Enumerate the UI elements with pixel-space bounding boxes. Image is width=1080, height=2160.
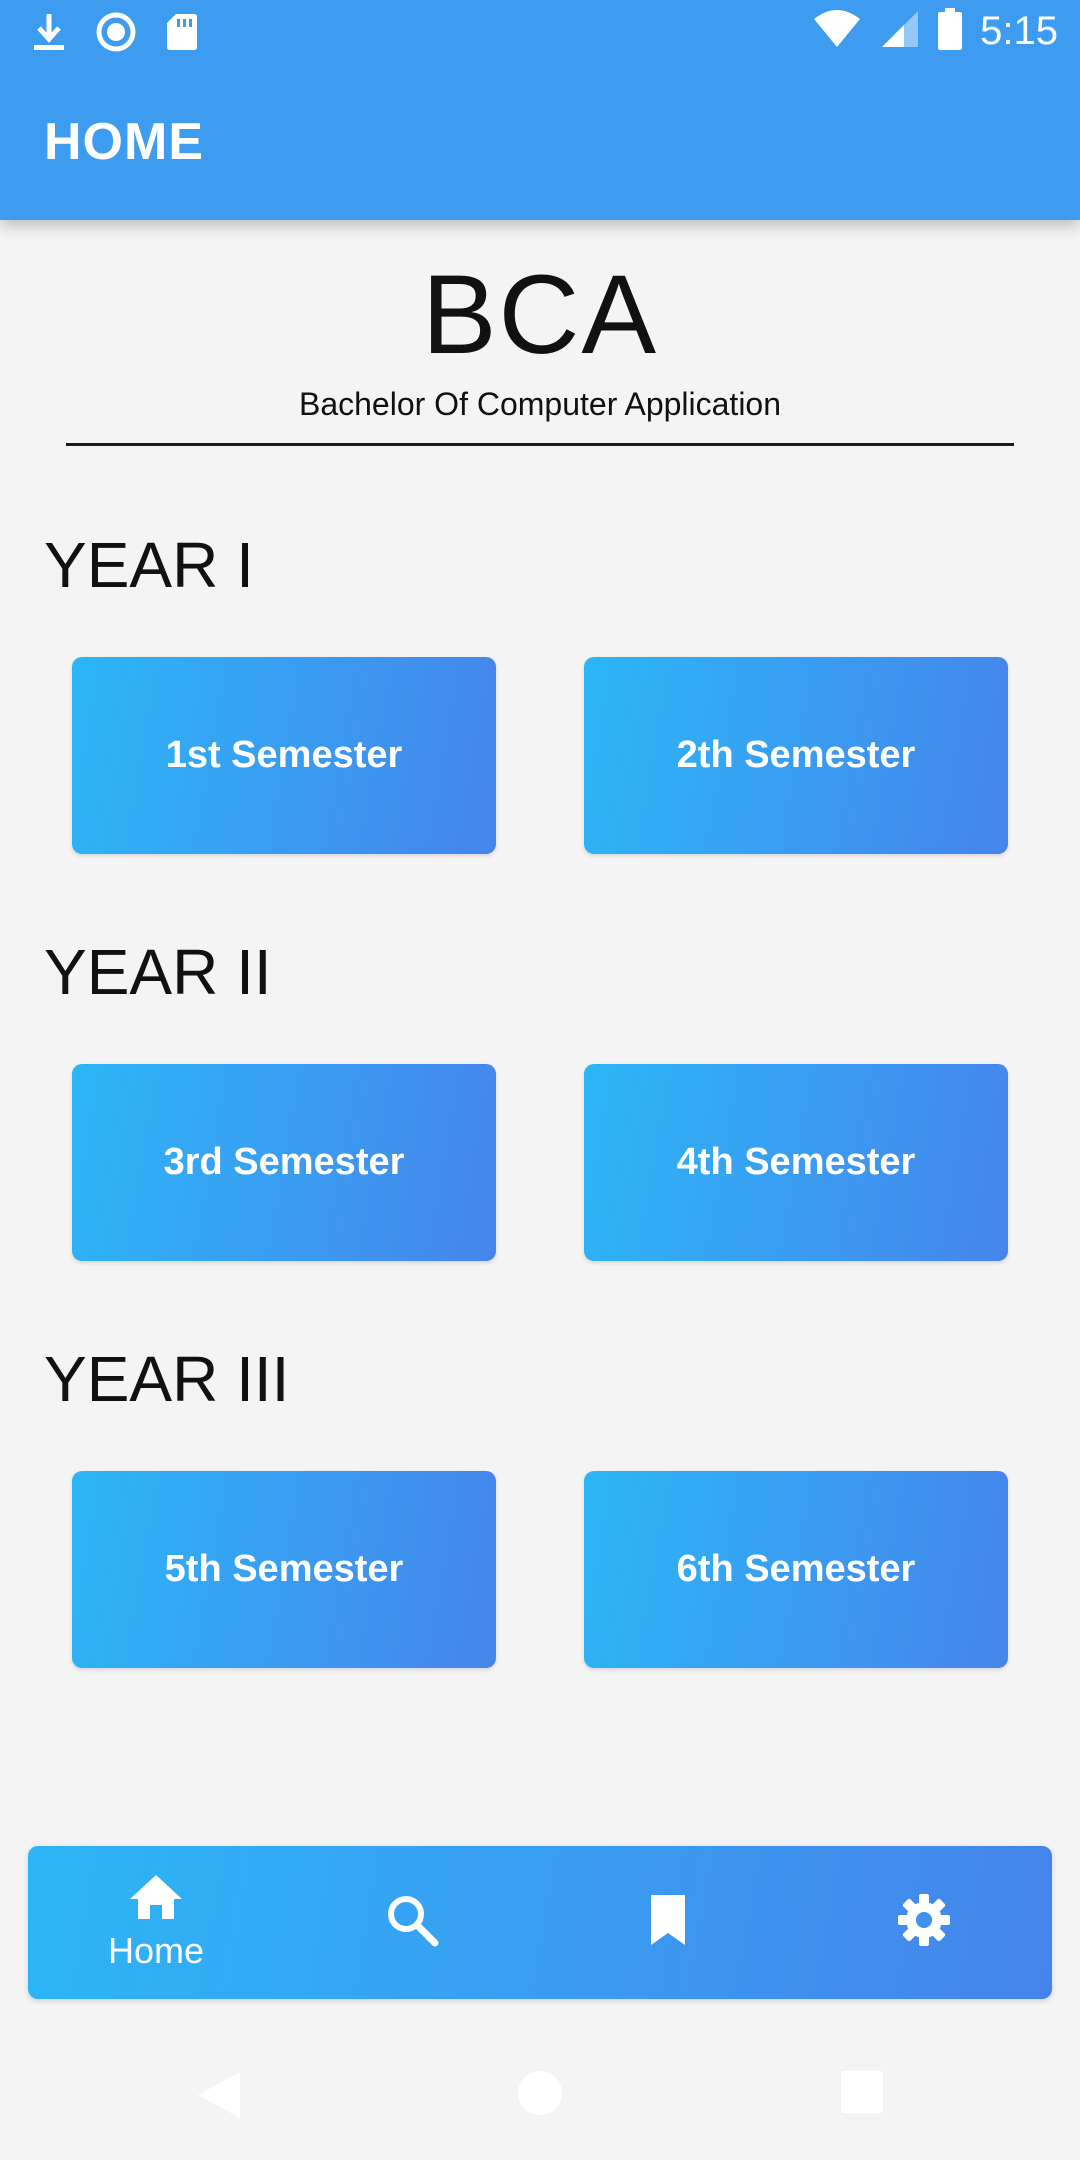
- semester-3-button[interactable]: 3rd Semester: [72, 1064, 496, 1261]
- app-bar-title: HOME: [44, 113, 204, 171]
- download-icon: [32, 12, 66, 57]
- back-icon[interactable]: [196, 2070, 242, 2125]
- nav-home-label: Home: [107, 1930, 205, 1971]
- cell-signal-icon: [880, 9, 920, 54]
- search-icon: [385, 1893, 439, 1952]
- sd-card-icon: [166, 12, 198, 57]
- semester-6-button[interactable]: 6th Semester: [584, 1471, 1008, 1668]
- wifi-icon: [812, 9, 862, 54]
- app-bar: 5:15 HOME: [0, 0, 1080, 220]
- semester-4-button[interactable]: 4th Semester: [584, 1064, 1008, 1261]
- home-icon: [128, 1873, 184, 1926]
- year-2-label: YEAR II: [44, 936, 272, 1008]
- year-1-label: YEAR I: [44, 529, 254, 601]
- recents-square-icon[interactable]: [840, 2070, 884, 2119]
- home-circle-icon[interactable]: [517, 2070, 563, 2121]
- course-subtitle: Bachelor Of Computer Application: [298, 386, 782, 422]
- circle-sync-icon: [96, 12, 136, 57]
- system-navigation-bar: [0, 2030, 1080, 2160]
- bookmark-icon: [647, 1893, 689, 1952]
- nav-bookmarks[interactable]: [568, 1846, 768, 1999]
- nav-home[interactable]: Home: [56, 1846, 256, 1999]
- semester-1-button[interactable]: 1st Semester: [72, 657, 496, 854]
- nav-settings[interactable]: [824, 1846, 1024, 1999]
- course-title: BCA: [421, 252, 659, 377]
- header-divider: [66, 443, 1014, 446]
- status-bar: 5:15: [0, 0, 1080, 68]
- bottom-navigation: Home: [28, 1846, 1052, 1999]
- nav-search[interactable]: [312, 1846, 512, 1999]
- course-header: BCA Bachelor Of Computer Application: [0, 250, 1080, 423]
- semester-5-button[interactable]: 5th Semester: [72, 1471, 496, 1668]
- settings-gear-icon: [896, 1892, 952, 1953]
- year-3-label: YEAR III: [44, 1343, 290, 1415]
- semester-2-button[interactable]: 2th Semester: [584, 657, 1008, 854]
- battery-icon: [938, 8, 963, 55]
- status-time: 5:15: [980, 9, 1058, 53]
